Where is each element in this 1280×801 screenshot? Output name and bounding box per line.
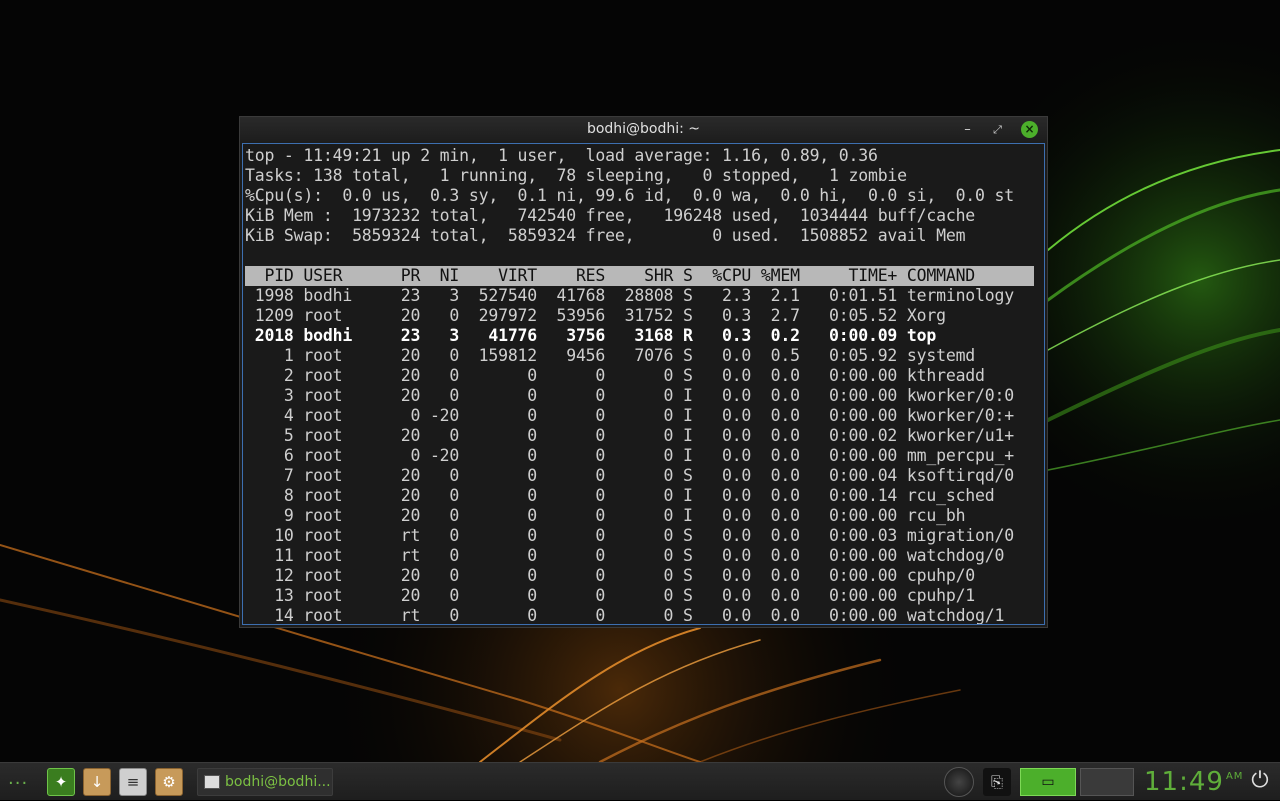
process-row-highlighted: 2018 bodhi 23 3 41776 3756 3168 R 0.3 0.… <box>245 326 937 345</box>
terminal-output[interactable]: top - 11:49:21 up 2 min, 1 user, load av… <box>242 143 1045 625</box>
process-row: 1209 root 20 0 297972 53956 31752 S 0.3 … <box>245 306 946 325</box>
process-row: 12 root 20 0 0 0 0 S 0.0 0.0 0:00.00 cpu… <box>245 566 976 585</box>
media-disc-icon[interactable] <box>944 767 974 797</box>
package-install-icon[interactable]: ↓ <box>83 768 111 796</box>
top-summary-line: KiB Mem : 1973232 total, 742540 free, 19… <box>245 206 976 225</box>
process-table-header: PID USER PR NI VIRT RES SHR S %CPU %MEM … <box>245 266 1034 286</box>
package-manager-icon[interactable]: ⚙ <box>155 768 183 796</box>
top-summary-line: top - 11:49:21 up 2 min, 1 user, load av… <box>245 146 878 165</box>
process-row: 11 root rt 0 0 0 0 S 0.0 0.0 0:00.00 wat… <box>245 546 1005 565</box>
app-menu-button[interactable]: ··· <box>8 773 28 801</box>
task-label: bodhi@bodhi... <box>225 774 331 790</box>
window-title: bodhi@bodhi: ~ <box>586 121 701 137</box>
compass-icon[interactable]: ✦ <box>47 768 75 796</box>
process-row: 7 root 20 0 0 0 0 S 0.0 0.0 0:00.04 ksof… <box>245 466 1014 485</box>
taskbar-task-terminal[interactable]: bodhi@bodhi... <box>197 768 333 796</box>
process-row: 2 root 20 0 0 0 0 S 0.0 0.0 0:00.00 kthr… <box>245 366 985 385</box>
top-summary-line: %Cpu(s): 0.0 us, 0.3 sy, 0.1 ni, 99.6 id… <box>245 186 1014 205</box>
pager-desktop-2[interactable] <box>1080 768 1134 796</box>
top-output: top - 11:49:21 up 2 min, 1 user, load av… <box>245 146 1034 625</box>
minimize-button[interactable]: – <box>959 121 976 138</box>
terminal-icon <box>204 775 220 789</box>
close-button[interactable]: × <box>1021 121 1038 138</box>
power-icon[interactable]: ⏻ <box>1247 767 1273 795</box>
process-row: 1 root 20 0 159812 9456 7076 S 0.0 0.5 0… <box>245 346 976 365</box>
pager-desktop-1[interactable]: ▭ <box>1020 768 1076 796</box>
process-row: 10 root rt 0 0 0 0 S 0.0 0.0 0:00.03 mig… <box>245 526 1014 545</box>
top-summary-line: Tasks: 138 total, 1 running, 78 sleeping… <box>245 166 907 185</box>
taskbar: ··· ✦ ↓ ≡ ⚙ bodhi@bodhi... ⎘ ▭ 11:49 AM ⏻ <box>0 762 1280 800</box>
process-row: 4 root 0 -20 0 0 0 I 0.0 0.0 0:00.00 kwo… <box>245 406 1014 425</box>
clipboard-icon[interactable]: ⎘ <box>983 768 1011 796</box>
process-row: 1998 bodhi 23 3 527540 41768 28808 S 2.3… <box>245 286 1014 305</box>
clock-time: 11:49 <box>1144 767 1224 797</box>
clock[interactable]: 11:49 AM <box>1144 767 1243 797</box>
process-row: 8 root 20 0 0 0 0 I 0.0 0.0 0:00.14 rcu_… <box>245 486 995 505</box>
window-titlebar[interactable]: bodhi@bodhi: ~ – ⤢ × <box>240 117 1047 142</box>
process-row: 6 root 0 -20 0 0 0 I 0.0 0.0 0:00.00 mm_… <box>245 446 1014 465</box>
terminal-icon: ▭ <box>1041 774 1055 790</box>
clock-ampm: AM <box>1225 771 1244 782</box>
top-summary-line: KiB Swap: 5859324 total, 5859324 free, 0… <box>245 226 966 245</box>
process-row: 14 root rt 0 0 0 0 S 0.0 0.0 0:00.00 wat… <box>245 606 1005 625</box>
process-row: 13 root 20 0 0 0 0 S 0.0 0.0 0:00.00 cpu… <box>245 586 976 605</box>
file-manager-icon[interactable]: ≡ <box>119 768 147 796</box>
process-row: 5 root 20 0 0 0 0 I 0.0 0.0 0:00.02 kwor… <box>245 426 1014 445</box>
process-row: 9 root 20 0 0 0 0 I 0.0 0.0 0:00.00 rcu_… <box>245 506 966 525</box>
process-row: 3 root 20 0 0 0 0 I 0.0 0.0 0:00.00 kwor… <box>245 386 1014 405</box>
terminal-window[interactable]: bodhi@bodhi: ~ – ⤢ × top - 11:49:21 up 2… <box>239 116 1048 628</box>
maximize-button[interactable]: ⤢ <box>989 121 1006 138</box>
